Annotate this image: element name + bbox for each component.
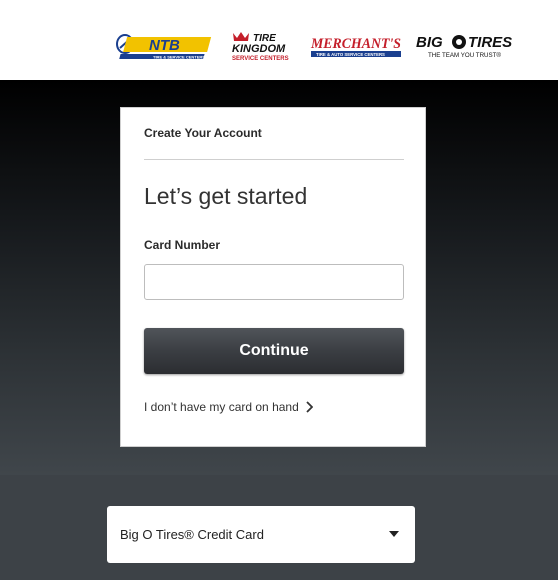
svg-text:KINGDOM: KINGDOM [232, 43, 286, 55]
card-type-selected-value: Big O Tires® Credit Card [120, 527, 264, 542]
card-header: Create Your Account [144, 126, 262, 140]
card-type-select[interactable]: Big O Tires® Credit Card [107, 506, 415, 563]
svg-text:NTB: NTB [149, 37, 180, 54]
svg-text:MERCHANT'S: MERCHANT'S [310, 36, 401, 52]
svg-text:BIG: BIG [416, 34, 443, 51]
create-account-card: Create Your Account Let’s get started Ca… [120, 107, 426, 447]
svg-text:TIRES: TIRES [468, 34, 512, 51]
svg-text:SERVICE CENTERS: SERVICE CENTERS [232, 56, 289, 62]
ntb-logo: NTB TIRE & SERVICE CENTERS [116, 34, 212, 59]
no-card-link-label: I don’t have my card on hand [144, 400, 299, 414]
svg-text:TIRE & SERVICE CENTERS: TIRE & SERVICE CENTERS [153, 54, 205, 59]
page-title: Let’s get started [144, 183, 308, 209]
big-o-tires-logo: BIG TIRES THE TEAM YOU TRUST® [416, 34, 512, 59]
chevron-down-icon [389, 531, 399, 537]
card-number-input[interactable] [144, 264, 404, 300]
svg-text:THE TEAM YOU TRUST®: THE TEAM YOU TRUST® [428, 52, 501, 59]
tire-kingdom-logo: TIRE KINGDOM SERVICE CENTERS [232, 32, 289, 62]
divider [144, 159, 404, 160]
continue-button[interactable]: Continue [144, 328, 404, 374]
svg-text:TIRE & AUTO SERVICE CENTERS: TIRE & AUTO SERVICE CENTERS [316, 52, 385, 57]
brand-header: NTB TIRE & SERVICE CENTERS TIRE KINGDOM … [0, 0, 558, 80]
chevron-right-icon [306, 401, 313, 413]
no-card-link[interactable]: I don’t have my card on hand [144, 400, 313, 414]
merchants-logo: MERCHANT'S TIRE & AUTO SERVICE CENTERS [310, 36, 401, 57]
card-number-label: Card Number [144, 238, 221, 252]
